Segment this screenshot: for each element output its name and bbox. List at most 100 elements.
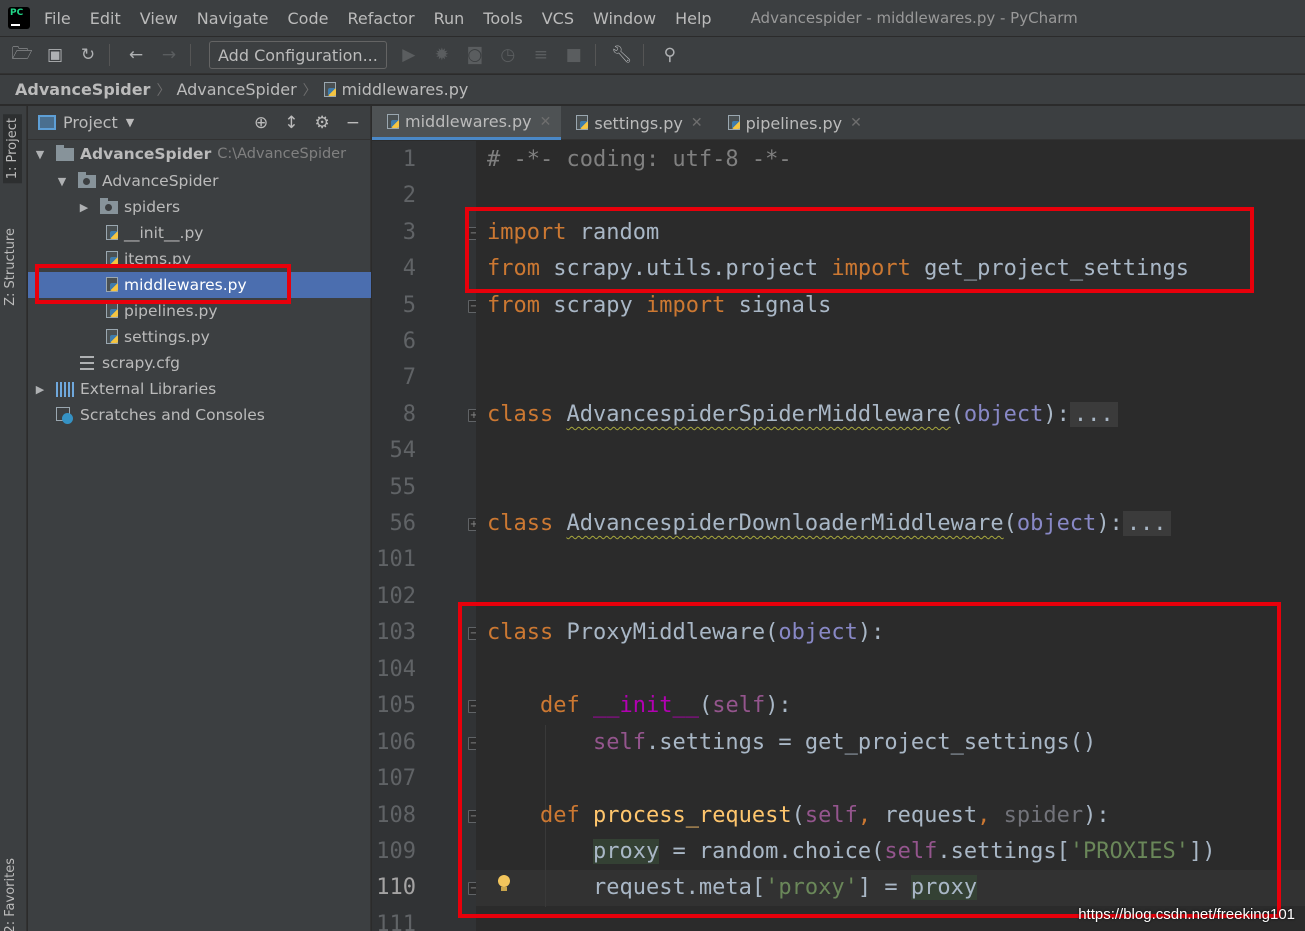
- tree-item-init[interactable]: __init__.py: [28, 220, 371, 246]
- tab-label: settings.py: [594, 113, 683, 133]
- code-line-4: from scrapy.utils.project import get_pro…: [487, 251, 1189, 287]
- identifier-token: scrapy.utils.project: [539, 256, 832, 281]
- tree-item-middlewares[interactable]: middlewares.py: [28, 272, 371, 298]
- editor-gutter: 1 2 3 4 5 6 7 8 54 55 56 101 102 103 104…: [372, 141, 480, 931]
- keyword-token: def: [539, 693, 580, 718]
- build-icon[interactable]: ≡: [530, 44, 552, 66]
- collapse-all-icon[interactable]: ↕: [284, 113, 298, 133]
- toolbar-divider: [642, 44, 644, 66]
- editor-tab-bar: middlewares.py ✕ settings.py ✕ pipelines…: [372, 106, 1305, 140]
- collapsed-arrow-icon[interactable]: ▶: [34, 383, 46, 396]
- project-panel-header: Project ▼ ⊕ ↕ ⚙ −: [28, 106, 370, 140]
- tree-item-package[interactable]: ▼ AdvanceSpider: [28, 168, 371, 194]
- line-number: 105: [376, 693, 416, 718]
- line-number: 106: [376, 730, 416, 755]
- profile-icon[interactable]: ◷: [497, 44, 519, 66]
- collapsed-arrow-icon[interactable]: ▶: [78, 201, 90, 214]
- toolbar-divider: [109, 44, 110, 66]
- close-icon[interactable]: ✕: [540, 114, 552, 130]
- project-tool-tab[interactable]: 1: Project: [3, 114, 22, 184]
- expanded-arrow-icon[interactable]: ▼: [56, 175, 68, 188]
- tree-item-root[interactable]: ▼ AdvanceSpider C:\AdvanceSpider: [28, 141, 371, 167]
- menu-file[interactable]: File: [44, 9, 71, 28]
- statement-token: .settings[: [937, 839, 1070, 864]
- class-name-token: AdvancespiderDownloaderMiddleware: [566, 511, 1004, 536]
- breadcrumb-file[interactable]: middlewares.py: [342, 80, 469, 99]
- window-title: Advancespider - middlewares.py - PyCharm: [750, 9, 1078, 27]
- code-line-109: proxy = random.choice(self.settings['PRO…: [592, 839, 1216, 864]
- coverage-icon[interactable]: ◙: [464, 44, 486, 66]
- tree-item-settings[interactable]: settings.py: [28, 324, 371, 350]
- package-folder-icon: [100, 197, 118, 214]
- tab-settings[interactable]: settings.py ✕: [561, 106, 712, 140]
- python-file-icon: [727, 115, 741, 131]
- open-folder-icon[interactable]: 🗁: [11, 44, 33, 66]
- gear-icon[interactable]: ⚙: [315, 113, 330, 133]
- tab-middlewares[interactable]: middlewares.py ✕: [372, 106, 562, 140]
- tree-item-label: Scratches and Consoles: [80, 406, 265, 424]
- search-icon[interactable]: ⚲: [659, 44, 681, 66]
- run-icon[interactable]: ▶: [398, 44, 420, 66]
- config-file-icon: [80, 356, 94, 370]
- tree-item-label: items.py: [124, 250, 192, 268]
- favorites-tool-tab[interactable]: 2: Favorites: [3, 858, 18, 931]
- sync-icon[interactable]: ↻: [77, 44, 99, 66]
- debug-icon[interactable]: ✹: [431, 44, 453, 66]
- structure-tool-tab[interactable]: Z: Structure: [3, 228, 18, 306]
- code-line-103: class ProxyMiddleware(object):: [487, 620, 885, 645]
- lightbulb-icon[interactable]: [497, 875, 511, 893]
- breadcrumb-package[interactable]: AdvanceSpider: [176, 80, 296, 99]
- tree-item-items[interactable]: items.py: [28, 246, 371, 272]
- locate-icon[interactable]: ⊕: [254, 113, 268, 133]
- class-name-token: AdvancespiderSpiderMiddleware: [566, 402, 951, 427]
- menu-view[interactable]: View: [140, 9, 178, 28]
- add-configuration-button[interactable]: Add Configuration...: [209, 41, 387, 69]
- save-icon[interactable]: ▣: [44, 44, 66, 66]
- line-number: 102: [376, 584, 416, 609]
- tree-item-pipelines[interactable]: pipelines.py: [28, 298, 371, 324]
- wrench-icon[interactable]: 🔧︎: [611, 44, 633, 66]
- code-line-105: def __init__(self):: [539, 693, 792, 718]
- menu-vcs[interactable]: VCS: [542, 9, 574, 28]
- tree-item-scratches[interactable]: Scratches and Consoles: [28, 402, 371, 428]
- param-token: spider: [990, 803, 1084, 828]
- expanded-arrow-icon[interactable]: ▼: [34, 148, 46, 161]
- string-token: 'PROXIES': [1069, 839, 1190, 864]
- keyword-token: import: [645, 293, 726, 318]
- line-number: 4: [402, 256, 416, 281]
- menu-navigate[interactable]: Navigate: [197, 9, 269, 28]
- variable-token: proxy: [910, 875, 978, 900]
- tree-item-external-libraries[interactable]: ▶ External Libraries: [28, 376, 371, 402]
- close-icon[interactable]: ✕: [691, 115, 703, 131]
- minimize-icon[interactable]: −: [346, 113, 360, 133]
- menu-window[interactable]: Window: [593, 9, 656, 28]
- folded-region[interactable]: ...: [1122, 511, 1171, 536]
- line-number-current: 110: [376, 875, 416, 900]
- line-number: 109: [376, 839, 416, 864]
- back-icon[interactable]: ←: [125, 44, 147, 66]
- python-file-icon: [105, 225, 119, 241]
- dropdown-caret-icon[interactable]: ▼: [126, 116, 134, 129]
- menu-refactor[interactable]: Refactor: [347, 9, 414, 28]
- menu-tools[interactable]: Tools: [483, 9, 522, 28]
- string-token: 'proxy': [765, 875, 858, 900]
- self-token: self: [712, 693, 766, 718]
- tree-item-scrapy-cfg[interactable]: scrapy.cfg: [28, 350, 371, 376]
- forward-icon[interactable]: →: [158, 44, 180, 66]
- stop-icon[interactable]: ■: [563, 44, 585, 66]
- breadcrumb-project[interactable]: AdvanceSpider: [15, 80, 150, 99]
- project-view-selector[interactable]: Project: [63, 113, 118, 132]
- builtin-token: object: [778, 620, 858, 645]
- menu-help[interactable]: Help: [675, 9, 711, 28]
- menu-edit[interactable]: Edit: [90, 9, 121, 28]
- tree-item-spiders[interactable]: ▶ spiders: [28, 194, 371, 220]
- menu-run[interactable]: Run: [434, 9, 465, 28]
- tab-pipelines[interactable]: pipelines.py ✕: [713, 106, 872, 140]
- code-editor[interactable]: # -*- coding: utf-8 -*- import random fr…: [476, 141, 1305, 931]
- statement-token: = random.choice(: [659, 839, 885, 864]
- folded-region[interactable]: ...: [1069, 402, 1118, 427]
- line-number: 101: [376, 547, 416, 572]
- menu-code[interactable]: Code: [288, 9, 329, 28]
- close-icon[interactable]: ✕: [850, 115, 862, 131]
- self-token: self: [592, 730, 646, 755]
